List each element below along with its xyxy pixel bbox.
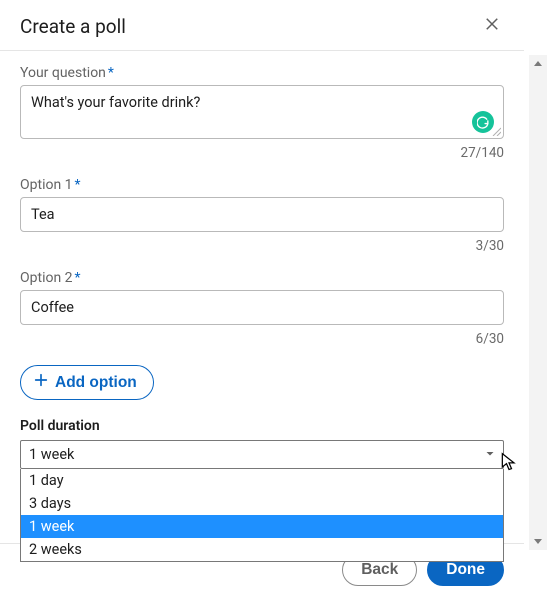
add-option-button[interactable]: Add option	[20, 365, 154, 400]
option-counter: 6/30	[20, 331, 504, 347]
grammarly-icon[interactable]	[472, 111, 494, 133]
required-mark: *	[75, 177, 81, 193]
question-field-wrap	[20, 85, 504, 139]
duration-option[interactable]: 1 week	[21, 515, 503, 538]
duration-option[interactable]: 3 days	[21, 492, 503, 515]
duration-option[interactable]: 1 day	[21, 469, 503, 492]
question-counter: 27/140	[20, 145, 504, 161]
chevron-down-icon	[484, 446, 496, 463]
plus-icon	[33, 372, 49, 393]
modal: Create a poll Your question* 27/140 Opti…	[0, 0, 524, 598]
duration-label: Poll duration	[20, 418, 504, 434]
duration-selected-value: 1 week	[29, 446, 74, 463]
option-1-input[interactable]	[20, 197, 504, 232]
scrollbar[interactable]	[529, 55, 547, 550]
close-icon	[483, 15, 501, 37]
close-button[interactable]	[480, 14, 504, 38]
option-group: Option 2* 6/30	[20, 270, 504, 347]
question-label-text: Your question	[20, 65, 106, 81]
scroll-up-button[interactable]	[529, 55, 547, 73]
option-group: Option 1* 3/30	[20, 177, 504, 254]
scroll-down-button[interactable]	[529, 532, 547, 550]
required-mark: *	[75, 270, 81, 286]
add-option-label: Add option	[55, 374, 137, 392]
option-label-text: Option 2	[20, 270, 73, 286]
option-counter: 3/30	[20, 238, 504, 254]
modal-content: Your question* 27/140 Option 1* 3/30 Opt…	[0, 51, 524, 543]
duration-select-wrap: 1 week 1 day3 days1 week2 weeks	[20, 440, 504, 469]
duration-select[interactable]: 1 week	[20, 440, 504, 469]
option-2-input[interactable]	[20, 290, 504, 325]
option-label: Option 2*	[20, 270, 504, 286]
option-label-text: Option 1	[20, 177, 73, 193]
duration-option[interactable]: 2 weeks	[21, 538, 503, 561]
required-mark: *	[108, 65, 114, 81]
page-title: Create a poll	[20, 15, 126, 38]
modal-header: Create a poll	[0, 0, 524, 51]
option-label: Option 1*	[20, 177, 504, 193]
duration-dropdown[interactable]: 1 day3 days1 week2 weeks	[20, 469, 504, 562]
question-label: Your question*	[20, 65, 504, 81]
question-input[interactable]	[21, 86, 503, 134]
